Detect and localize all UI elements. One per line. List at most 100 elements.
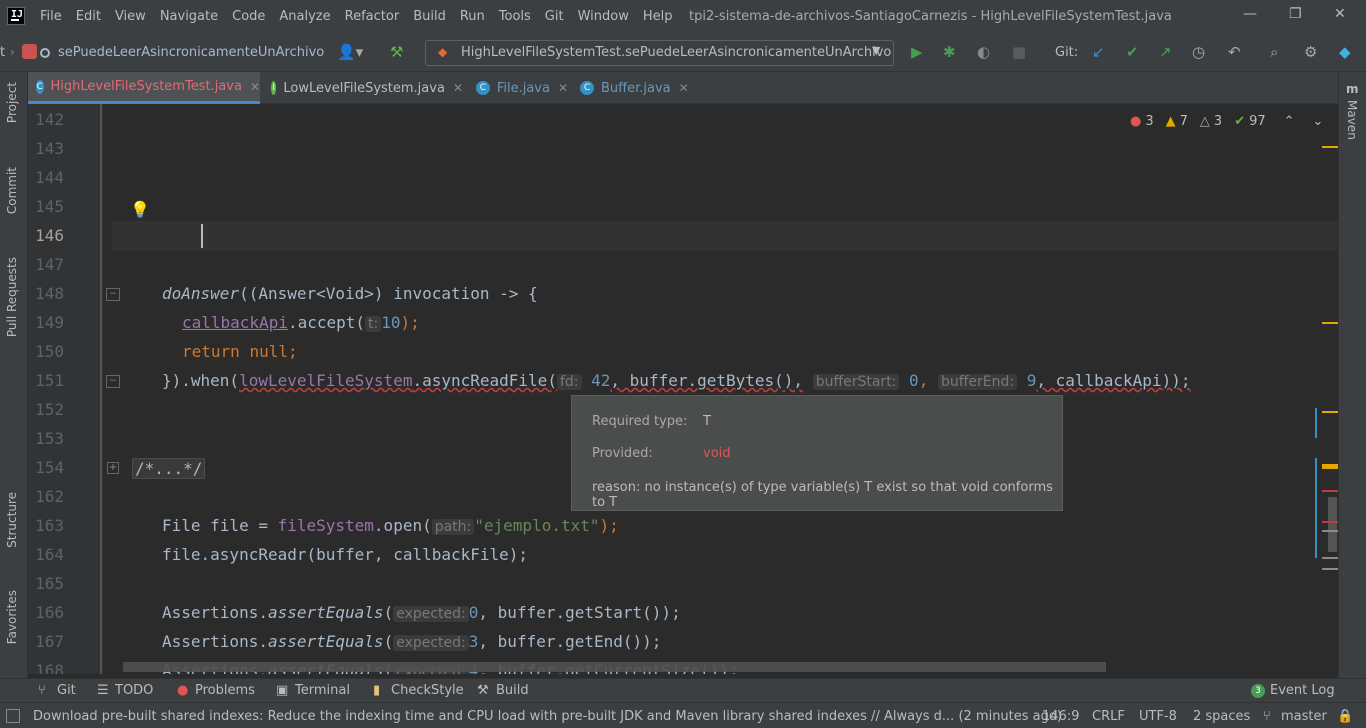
tool-tab-todo[interactable]: TODO [115,683,153,698]
warning-stripe-mark[interactable] [1322,464,1338,469]
run-icon[interactable]: ▶ [911,43,923,61]
line-number[interactable]: 152 [31,400,64,419]
line-number[interactable]: 149 [31,313,64,332]
fold-end-icon[interactable]: − [106,375,120,388]
menu-code[interactable]: Code [232,9,265,24]
line-number[interactable]: 165 [31,574,64,593]
indent-setting[interactable]: 2 spaces [1193,709,1250,724]
tab-lowlevelfilesystem[interactable]: I LowLevelFileSystem.java ✕ [263,72,463,104]
line-number-current[interactable]: 146 [31,226,64,245]
search-icon[interactable]: ⌕ [1270,43,1278,61]
line-number[interactable]: 144 [31,168,64,187]
code-line-166[interactable]: Assertions.assertEquals(expected: 0, buff… [162,603,681,622]
toolbox-icon[interactable]: ◆ [1339,43,1351,61]
line-number[interactable]: 151 [31,371,64,390]
tool-tab-problems[interactable]: Problems [195,683,255,698]
menu-help[interactable]: Help [643,9,673,24]
stop-icon[interactable]: ■ [1012,43,1026,61]
line-number[interactable]: 163 [31,516,64,535]
tool-tab-git[interactable]: Git [57,683,76,698]
line-number[interactable]: 147 [31,255,64,274]
coverage-icon[interactable]: ◐ [977,43,990,61]
warning-stripe-mark[interactable] [1322,146,1338,148]
git-push-icon[interactable]: ↗ [1159,43,1172,61]
line-number[interactable]: 145 [31,197,64,216]
line-number[interactable]: 150 [31,342,64,361]
tab-buffer[interactable]: C Buffer.java ✕ [572,72,692,104]
tool-commit[interactable]: Commit [5,167,19,214]
close-tab-icon[interactable]: ✕ [679,81,689,95]
tool-maven[interactable]: Maven [1345,100,1359,140]
menu-git[interactable]: Git [545,9,564,24]
code-line-151[interactable]: }).when(lowLevelFileSystem.asyncReadFile… [162,371,1190,390]
tool-tab-terminal[interactable]: Terminal [295,683,350,698]
lock-icon[interactable]: 🔒 [1337,709,1353,724]
fold-expand-icon[interactable]: + [107,462,119,474]
status-message[interactable]: Download pre-built shared indexes: Reduc… [33,709,1062,724]
code-line-149[interactable]: callbackApi.accept(t: 10); [182,313,420,332]
horizontal-scrollbar[interactable] [123,662,1106,672]
tool-tab-checkstyle[interactable]: CheckStyle [391,683,464,698]
tool-tab-build[interactable]: Build [496,683,529,698]
close-tab-icon[interactable]: ✕ [558,81,568,95]
hammer-build-icon[interactable]: ⚒ [390,43,403,61]
tab-highlevelfilesystemtest[interactable]: C HighLevelFileSystemTest.java ✕ [28,72,260,104]
code-line-167[interactable]: Assertions.assertEquals(expected: 3, buff… [162,632,661,651]
menu-view[interactable]: View [115,9,146,24]
line-number[interactable]: 168 [31,661,64,674]
breadcrumb-method[interactable]: sePuedeLeerAsincronicamenteUnArchivo [58,45,324,60]
lightbulb-icon[interactable]: 💡 [130,200,150,219]
line-number[interactable]: 154 [31,458,64,477]
error-stripe-mark[interactable] [1322,521,1338,523]
tool-tab-event-log[interactable]: Event Log [1270,683,1335,698]
tool-pull-requests[interactable]: Pull Requests [5,257,19,337]
line-number[interactable]: 167 [31,632,64,651]
line-number[interactable]: 153 [31,429,64,448]
intellij-logo-icon[interactable]: IJ [7,7,25,25]
line-number[interactable]: 142 [31,110,64,129]
git-commit-icon[interactable]: ✔ [1126,43,1139,61]
menu-window[interactable]: Window [578,9,629,24]
line-number[interactable]: 148 [31,284,64,303]
close-button[interactable]: ✕ [1334,6,1346,22]
vertical-scrollbar-thumb[interactable] [1328,497,1337,552]
fold-collapse-icon[interactable]: − [106,288,120,301]
menu-refactor[interactable]: Refactor [345,9,400,24]
minimize-button[interactable]: — [1243,6,1257,22]
history-icon[interactable]: ◷ [1192,43,1205,61]
run-configuration-selector[interactable]: ◆ HighLevelFileSystemTest.sePuedeLeerAsi… [425,40,894,66]
restore-button[interactable]: ❐ [1289,6,1302,22]
menu-file[interactable]: File [40,9,62,24]
stripe-mark[interactable] [1322,568,1338,570]
menu-edit[interactable]: Edit [76,9,101,24]
user-icon[interactable]: 👤▾ [337,43,363,61]
caret-position[interactable]: 146:9 [1042,709,1079,724]
breadcrumb-prefix[interactable]: t [0,45,5,60]
git-update-icon[interactable]: ↙ [1092,43,1105,61]
menu-build[interactable]: Build [413,9,446,24]
rollback-icon[interactable]: ↶ [1228,43,1241,61]
next-highlight-icon[interactable]: ⌄ [1313,114,1324,129]
line-number[interactable]: 143 [31,139,64,158]
menu-analyze[interactable]: Analyze [279,9,330,24]
code-line-163[interactable]: file.asyncReadr(buffer, callbackFile); [162,545,528,564]
stripe-mark[interactable] [1322,530,1338,532]
line-number[interactable]: 164 [31,545,64,564]
code-line-148[interactable]: doAnswer((Answer<Void>) invocation -> { [162,284,538,303]
warning-stripe-mark[interactable] [1322,411,1338,413]
menu-tools[interactable]: Tools [499,9,531,24]
previous-highlight-icon[interactable]: ⌃ [1284,114,1295,129]
file-encoding[interactable]: UTF-8 [1139,709,1177,724]
tool-favorites[interactable]: Favorites [5,590,19,644]
inspection-widget[interactable]: ● 3 ▲ 7 △ 3 ✔ 97 ⌃ ⌄ [1130,114,1323,129]
folded-region[interactable]: /*...*/ [132,458,206,479]
line-number[interactable]: 166 [31,603,64,622]
menu-run[interactable]: Run [460,9,485,24]
line-number[interactable]: 162 [31,487,64,506]
settings-gear-icon[interactable]: ⚙ [1304,43,1317,61]
debug-icon[interactable]: ✱ [943,43,956,61]
close-tab-icon[interactable]: ✕ [250,80,260,94]
code-line-150[interactable]: return null; [182,342,298,361]
stripe-mark[interactable] [1322,557,1338,559]
tab-file[interactable]: C File.java ✕ [468,72,568,104]
